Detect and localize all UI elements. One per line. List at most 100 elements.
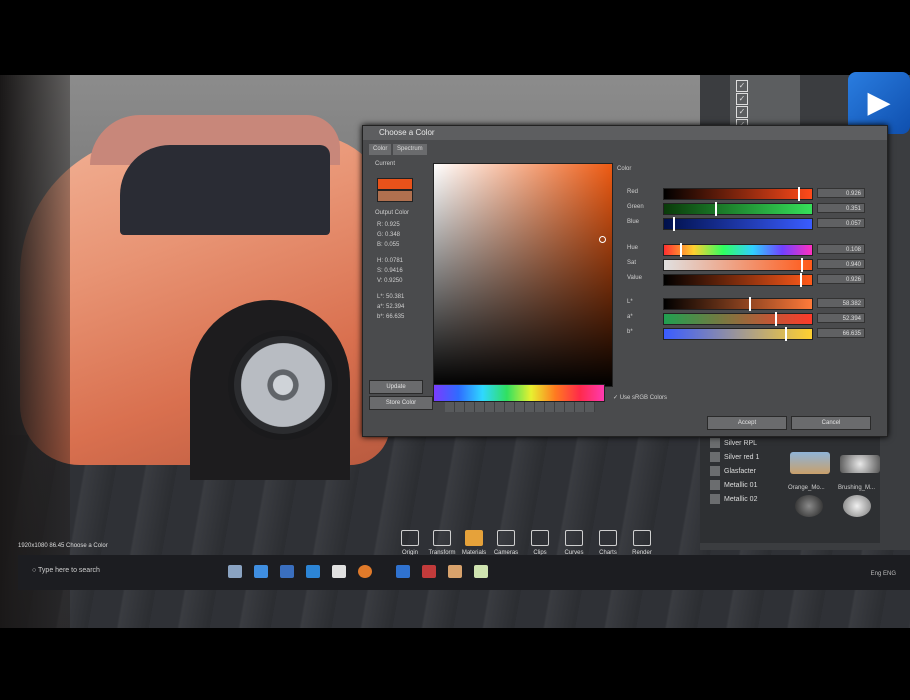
windows-taskbar: ○ Type here to search Eng ENG [18,555,910,590]
slider-value-field[interactable]: 66.635 [817,328,865,338]
current-swatch [377,178,413,190]
taskbar-app-icon[interactable] [228,565,242,578]
render-icon [633,530,651,546]
slider-thumb[interactable] [715,202,717,216]
lab-value: b*: 66.635 [377,314,405,320]
output-value: H: 0.0781 [377,258,404,264]
transform-icon [433,530,451,546]
slider-thumb[interactable] [801,258,803,272]
accept-button[interactable]: Accept [707,416,787,430]
library-item[interactable]: Silver RPL [710,438,770,450]
previous-swatch [377,190,413,202]
slider-thumb[interactable] [785,327,787,341]
checkbox-icon[interactable]: ✓ [736,93,748,105]
srgb-checkbox[interactable]: ✓ Use sRGB Colors [613,394,667,401]
clips-icon [531,530,549,546]
slider-label: a* [627,314,633,320]
slider-value-field[interactable]: 0.926 [817,274,865,284]
color-slider[interactable] [663,327,813,341]
color-slider[interactable] [663,187,813,201]
output-value: R: 0.925 [377,222,400,228]
hue-strip[interactable] [433,384,605,402]
library-item[interactable]: Metallic 01 [710,480,770,492]
taskbar-app-icon[interactable] [306,565,320,578]
slider-thumb[interactable] [775,312,777,326]
library-item[interactable]: Silver red 1 [710,452,770,464]
material-thumbnail[interactable] [790,452,830,474]
letterbox-top [0,0,910,75]
taskbar-app-icon[interactable] [422,565,436,578]
material-thumbnail[interactable] [840,455,880,473]
slider-value-field[interactable]: 0.926 [817,188,865,198]
saturation-value-picker[interactable] [433,163,613,387]
taskbar-edge-icon[interactable] [254,565,268,578]
taskbar-app-icon[interactable] [448,565,462,578]
slider-label: Value [627,275,642,281]
checkbox-icon[interactable]: ✓ [736,80,748,92]
cancel-button[interactable]: Cancel [791,416,871,430]
color-slider[interactable] [663,217,813,231]
output-value: S: 0.9416 [377,268,403,274]
car-window [120,145,330,235]
thumbnail-label: Orange_Mo... [788,485,825,491]
picker-marker[interactable] [599,236,606,243]
output-value: B: 0.055 [377,242,400,248]
taskbar-firefox-icon[interactable] [358,565,372,578]
slider-label: Blue [627,219,640,225]
color-slider[interactable] [663,258,813,272]
lab-value: L*: 50.381 [377,294,405,300]
slider-label: Green [627,204,644,210]
material-sphere[interactable] [795,495,823,517]
slider-label: Sat [627,260,637,266]
car-wheel [228,330,338,440]
library-item[interactable]: Glasfacter [710,466,770,478]
slider-value-field[interactable]: 0.108 [817,244,865,254]
color-slider[interactable] [663,297,813,311]
slider-value-field[interactable]: 58.382 [817,298,865,308]
taskbar-search[interactable]: ○ Type here to search [32,561,177,581]
color-slider[interactable] [663,243,813,257]
output-value: G: 0.348 [377,232,401,238]
stored-swatches[interactable] [445,402,595,412]
slider-value-field[interactable]: 52.394 [817,313,865,323]
checkbox-icon[interactable]: ✓ [736,106,748,118]
slider-thumb[interactable] [749,297,751,311]
slider-value-field[interactable]: 0.351 [817,203,865,213]
taskbar-app-icon[interactable] [332,565,346,578]
slider-thumb[interactable] [800,273,802,287]
camera-icon [497,530,515,546]
dialog-title: Choose a Color [363,126,887,140]
current-label: Current [375,161,396,167]
store-color-button[interactable]: Store Color [369,396,433,410]
slider-label: b* [627,329,633,335]
letterbox-bottom [0,628,910,700]
color-heading: Color [617,166,632,172]
lab-value: a*: 52.394 [377,304,405,310]
output-color-label: Output Color [375,210,410,216]
color-dialog: Choose a Color Color Spectrum Current Ou… [362,125,888,437]
library-item[interactable]: Metallic 02 [710,494,770,506]
status-bar-text: 1920x1080 86.45 Choose a Color [18,543,108,549]
color-slider[interactable] [663,312,813,326]
charts-icon [599,530,617,546]
taskbar-app-icon[interactable] [280,565,294,578]
taskbar-app-icon[interactable] [474,565,488,578]
curves-icon [565,530,583,546]
update-button[interactable]: Update [369,380,423,394]
slider-label: Hue [627,245,639,251]
taskbar-tray: Eng ENG [870,571,896,577]
color-slider[interactable] [663,202,813,216]
taskbar-app-icon[interactable] [396,565,410,578]
tab-color[interactable]: Color [369,144,392,155]
slider-value-field[interactable]: 0.057 [817,218,865,228]
slider-thumb[interactable] [673,217,675,231]
slider-thumb[interactable] [680,243,682,257]
slider-label: L* [627,299,633,305]
slider-thumb[interactable] [798,187,800,201]
slider-value-field[interactable]: 0.940 [817,259,865,269]
material-sphere[interactable] [843,495,871,517]
origin-icon [401,530,419,546]
materials-icon [465,530,483,546]
tab-spectrum[interactable]: Spectrum [393,144,427,155]
color-slider[interactable] [663,273,813,287]
